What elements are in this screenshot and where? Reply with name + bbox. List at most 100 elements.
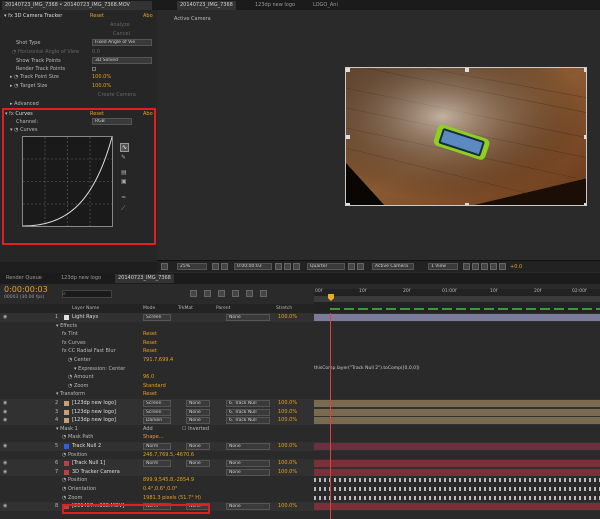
property-row[interactable]: ▾ Effects bbox=[0, 321, 600, 331]
layer-color-swatch[interactable] bbox=[64, 409, 69, 415]
property-name[interactable]: ◔ Zoom bbox=[62, 494, 82, 503]
property-row[interactable]: ▾ Mask 1 Add ☐ Inverted bbox=[0, 424, 600, 434]
stretch-value[interactable]: 100.0% bbox=[278, 399, 297, 408]
layer-color-swatch[interactable] bbox=[64, 469, 69, 475]
flowchart-icon[interactable] bbox=[490, 263, 497, 270]
layer-duration-bar[interactable] bbox=[314, 468, 600, 476]
property-row[interactable]: fx CC Radial Fast Blur Reset bbox=[0, 347, 600, 356]
layer-row[interactable]: ◉ 2 [123dp new logo] Screen None 6. Track Nul… bbox=[0, 399, 600, 408]
graph-editor-icon[interactable] bbox=[260, 290, 267, 297]
property-name[interactable]: fx Curves bbox=[62, 339, 86, 348]
property-row[interactable]: ◔ Zoom 1981.3 pixels (51.7° H) bbox=[0, 493, 600, 503]
header-mode[interactable]: Mode bbox=[143, 304, 155, 313]
property-row[interactable]: ◔ Zoom Standard bbox=[0, 381, 600, 391]
property-name[interactable]: fx CC Radial Fast Blur bbox=[62, 347, 116, 356]
property-row[interactable]: ▾ Transform Reset bbox=[0, 390, 600, 399]
create-camera-button[interactable]: Create Camera bbox=[98, 91, 136, 99]
track-matte-select[interactable]: None bbox=[186, 408, 210, 416]
layer-duration-bar[interactable] bbox=[314, 417, 600, 425]
property-name[interactable]: ◔ Orientation bbox=[62, 485, 96, 494]
keyframe-track[interactable] bbox=[314, 487, 600, 491]
tab-effect-controls[interactable]: 20140723_IMG_7368 • 20140723_IMG_7368.MO… bbox=[2, 1, 152, 10]
stretch-value[interactable]: 100.0% bbox=[278, 408, 297, 417]
show-snapshot-icon[interactable] bbox=[284, 263, 291, 270]
property-value[interactable]: Reset bbox=[143, 347, 157, 356]
frame-blending-icon[interactable] bbox=[232, 290, 239, 297]
motion-blur-icon[interactable] bbox=[246, 290, 253, 297]
property-row[interactable]: ◔ Center 791.7,699.4 bbox=[0, 356, 600, 365]
timeline-timecode[interactable]: 0:00:00:03 bbox=[4, 285, 48, 294]
channel-select[interactable]: RGB bbox=[92, 118, 132, 125]
comp-mini-flowchart-icon[interactable] bbox=[190, 290, 197, 297]
property-row[interactable]: ◔ Position 246.7,769.5,-4670.6 bbox=[0, 450, 600, 460]
safe-zones-icon[interactable] bbox=[212, 263, 219, 270]
layer-duration-bar[interactable] bbox=[314, 400, 600, 407]
reset-curve-icon[interactable]: ⟋ bbox=[121, 205, 125, 213]
property-name[interactable]: ◔ Zoom bbox=[68, 382, 88, 391]
visibility-eye-icon[interactable]: ◉ bbox=[3, 313, 7, 322]
property-name[interactable]: ◔ Position bbox=[62, 451, 87, 460]
handle-bottom-middle[interactable] bbox=[465, 203, 469, 205]
parent-select[interactable]: None bbox=[226, 314, 270, 321]
handle-top-middle[interactable] bbox=[465, 68, 469, 72]
layer-color-swatch[interactable] bbox=[64, 461, 69, 467]
layer-row[interactable]: ◉ 4 [123dp new logo] Darken None 6. Track Nul… bbox=[0, 416, 600, 425]
track-matte-select[interactable]: None bbox=[186, 400, 210, 407]
advanced-group[interactable]: ▸ Advanced bbox=[10, 100, 39, 108]
snapshot-icon[interactable] bbox=[275, 263, 282, 270]
zoom-select[interactable]: 25% bbox=[177, 263, 207, 270]
layer-name[interactable]: Light Rays bbox=[72, 313, 98, 322]
layer-row[interactable]: ◉ 6 [Track Null 1] Norm None None 100.0% bbox=[0, 459, 600, 468]
property-name[interactable]: fx Tint bbox=[62, 330, 78, 339]
property-row[interactable]: ◔ Amount 96.0 bbox=[0, 373, 600, 382]
stretch-value[interactable]: 100.0% bbox=[278, 502, 297, 511]
layer-duration-bar[interactable] bbox=[314, 408, 600, 416]
layer-duration-bar[interactable] bbox=[314, 503, 600, 511]
tab-comp-logo[interactable]: 123dp new logo bbox=[252, 1, 298, 10]
inverted-checkbox[interactable]: ☐ Inverted bbox=[182, 425, 209, 434]
layer-row[interactable]: ◉ 1 Light Rays Screen None 100.0% bbox=[0, 313, 600, 322]
property-value[interactable]: Reset bbox=[143, 330, 157, 339]
visibility-eye-icon[interactable]: ◉ bbox=[3, 459, 7, 468]
fx-curves[interactable]: ▾ fx Curves bbox=[5, 110, 33, 118]
stretch-value[interactable]: 100.0% bbox=[278, 459, 297, 468]
bezier-curve-icon[interactable]: ∿ bbox=[120, 143, 129, 152]
visibility-eye-icon[interactable]: ◉ bbox=[3, 399, 7, 408]
tab-comp-logo-ani[interactable]: LOGO_Ani bbox=[310, 1, 341, 10]
property-value[interactable]: Standard bbox=[143, 382, 166, 391]
color-channel-icon[interactable] bbox=[293, 263, 300, 270]
parent-select[interactable]: None bbox=[226, 503, 270, 511]
pencil-icon[interactable]: ✎ bbox=[121, 154, 126, 161]
region-of-interest-icon[interactable] bbox=[348, 263, 355, 270]
handle-bottom-left[interactable] bbox=[346, 203, 350, 205]
camera-tracker-reset[interactable]: Reset bbox=[90, 12, 104, 20]
property-row[interactable]: fx Tint Reset bbox=[0, 330, 600, 339]
property-value[interactable]: 791.7,699.4 bbox=[143, 356, 173, 365]
property-row[interactable]: ◔ Position 899.9,545.8,-2854.9 bbox=[0, 476, 600, 485]
tab-render-queue[interactable]: Render Queue bbox=[3, 274, 45, 283]
property-value[interactable]: 0.4°,0.6°,0.0° bbox=[143, 485, 178, 494]
visibility-eye-icon[interactable]: ◉ bbox=[3, 416, 7, 425]
layer-duration-bar[interactable] bbox=[314, 443, 600, 450]
toggle-pixel-aspect-icon[interactable] bbox=[463, 263, 470, 270]
stopwatch-icon[interactable]: ▸ ◔ bbox=[10, 74, 20, 80]
parent-select[interactable]: 6. Track Null bbox=[226, 400, 270, 407]
property-name[interactable]: ◔ Mask Path bbox=[62, 433, 93, 442]
stretch-value[interactable]: 100.0% bbox=[278, 416, 297, 425]
track-matte-select[interactable]: None bbox=[186, 460, 210, 468]
always-preview-icon[interactable] bbox=[161, 263, 168, 270]
handle-bottom-right[interactable] bbox=[584, 203, 586, 205]
video-frame[interactable] bbox=[345, 67, 587, 206]
keyframe-track[interactable] bbox=[314, 478, 600, 483]
blend-mode-select[interactable]: Norm bbox=[143, 443, 171, 450]
layer-color-swatch[interactable] bbox=[64, 444, 69, 449]
current-time-display[interactable]: 0:00:00:03 bbox=[234, 263, 272, 270]
time-ruler[interactable]: 00f 10f 20f 01:00f 10f 20f 02:00f bbox=[314, 289, 600, 313]
blend-mode-select[interactable]: Norm bbox=[143, 460, 171, 468]
parent-select[interactable]: 6. Track Null bbox=[226, 417, 270, 425]
property-name[interactable]: ▾ Mask 1 bbox=[56, 425, 78, 434]
property-value[interactable]: Shape... bbox=[143, 433, 163, 442]
property-value[interactable]: Reset bbox=[143, 339, 157, 348]
property-name[interactable]: ▾ Transform bbox=[56, 390, 85, 399]
curves-reset[interactable]: Reset bbox=[90, 110, 104, 118]
